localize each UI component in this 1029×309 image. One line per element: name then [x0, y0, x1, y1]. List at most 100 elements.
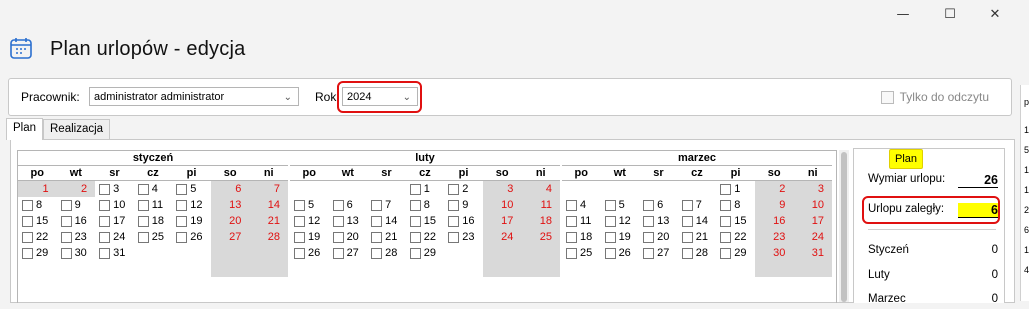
- day-cell[interactable]: 9: [754, 197, 794, 213]
- day-checkbox[interactable]: [60, 248, 72, 259]
- day-cell[interactable]: 15: [18, 213, 57, 229]
- day-checkbox[interactable]: [448, 200, 460, 211]
- day-cell[interactable]: 8: [406, 197, 445, 213]
- day-cell[interactable]: 11: [521, 197, 560, 213]
- day-cell[interactable]: 25: [562, 245, 601, 261]
- day-checkbox[interactable]: [137, 184, 149, 195]
- day-cell[interactable]: 15: [716, 213, 755, 229]
- day-checkbox[interactable]: [681, 216, 693, 227]
- day-checkbox[interactable]: [176, 216, 188, 227]
- day-checkbox[interactable]: [720, 216, 732, 227]
- day-checkbox[interactable]: [720, 232, 732, 243]
- day-cell[interactable]: 22: [406, 229, 445, 245]
- day-cell[interactable]: 30: [57, 245, 96, 261]
- day-checkbox[interactable]: [643, 248, 655, 259]
- day-checkbox[interactable]: [681, 232, 693, 243]
- day-cell[interactable]: 25: [134, 229, 173, 245]
- day-checkbox[interactable]: [409, 200, 421, 211]
- day-cell[interactable]: 2: [56, 181, 96, 197]
- minimize-button[interactable]: —: [880, 0, 926, 28]
- day-cell[interactable]: 14: [249, 197, 288, 213]
- day-checkbox[interactable]: [137, 216, 149, 227]
- day-checkbox[interactable]: [332, 248, 344, 259]
- day-cell[interactable]: 30: [754, 245, 794, 261]
- day-cell[interactable]: 1: [18, 181, 57, 197]
- day-cell[interactable]: 3: [482, 181, 522, 197]
- day-checkbox[interactable]: [409, 216, 421, 227]
- day-cell[interactable]: 28: [367, 245, 406, 261]
- day-checkbox[interactable]: [137, 200, 149, 211]
- day-cell[interactable]: 12: [601, 213, 640, 229]
- day-cell[interactable]: 29: [18, 245, 57, 261]
- day-checkbox[interactable]: [60, 216, 72, 227]
- day-checkbox[interactable]: [294, 232, 305, 243]
- day-cell[interactable]: 7: [678, 197, 717, 213]
- day-cell[interactable]: 27: [210, 229, 250, 245]
- day-cell[interactable]: 28: [678, 245, 717, 261]
- day-cell[interactable]: 18: [562, 229, 601, 245]
- day-cell[interactable]: 8: [18, 197, 57, 213]
- day-cell[interactable]: 31: [793, 245, 832, 261]
- day-checkbox[interactable]: [99, 184, 111, 195]
- day-checkbox[interactable]: [22, 216, 33, 227]
- day-checkbox[interactable]: [22, 232, 33, 243]
- day-cell[interactable]: 22: [716, 229, 755, 245]
- day-cell[interactable]: 13: [329, 213, 368, 229]
- day-cell[interactable]: 4: [134, 181, 173, 197]
- day-checkbox[interactable]: [371, 232, 383, 243]
- day-cell[interactable]: 14: [678, 213, 717, 229]
- day-cell[interactable]: 3: [793, 181, 832, 197]
- day-checkbox[interactable]: [176, 200, 188, 211]
- day-checkbox[interactable]: [604, 248, 616, 259]
- tab-realizacja[interactable]: Realizacja z lat ubiegłych: [43, 119, 111, 173]
- day-cell[interactable]: 24: [793, 229, 832, 245]
- day-cell[interactable]: 26: [290, 245, 329, 261]
- day-cell[interactable]: 12: [290, 213, 329, 229]
- day-checkbox[interactable]: [409, 232, 421, 243]
- day-cell[interactable]: 3: [95, 181, 134, 197]
- day-cell[interactable]: 6: [639, 197, 678, 213]
- day-cell[interactable]: 20: [210, 213, 250, 229]
- day-cell[interactable]: 15: [406, 213, 445, 229]
- day-cell[interactable]: 17: [95, 213, 134, 229]
- day-cell[interactable]: 9: [444, 197, 483, 213]
- day-cell[interactable]: 16: [57, 213, 96, 229]
- day-cell[interactable]: 7: [367, 197, 406, 213]
- day-cell[interactable]: 1: [716, 181, 755, 197]
- day-cell[interactable]: 4: [521, 181, 560, 197]
- day-checkbox[interactable]: [176, 184, 188, 195]
- day-checkbox[interactable]: [720, 200, 732, 211]
- day-cell[interactable]: 19: [601, 229, 640, 245]
- day-checkbox[interactable]: [643, 232, 655, 243]
- day-cell[interactable]: 8: [716, 197, 755, 213]
- day-cell[interactable]: 5: [172, 181, 211, 197]
- day-cell[interactable]: 26: [172, 229, 211, 245]
- day-cell[interactable]: 10: [482, 197, 522, 213]
- day-cell[interactable]: 29: [716, 245, 755, 261]
- day-checkbox[interactable]: [60, 232, 72, 243]
- day-checkbox[interactable]: [604, 216, 616, 227]
- day-checkbox[interactable]: [99, 200, 111, 211]
- day-cell[interactable]: 19: [172, 213, 211, 229]
- day-cell[interactable]: 21: [367, 229, 406, 245]
- day-checkbox[interactable]: [60, 200, 72, 211]
- day-checkbox[interactable]: [371, 216, 383, 227]
- day-cell[interactable]: 16: [754, 213, 794, 229]
- close-button[interactable]: ✕: [972, 0, 1018, 28]
- day-cell[interactable]: 2: [444, 181, 483, 197]
- day-checkbox[interactable]: [294, 248, 305, 259]
- day-checkbox[interactable]: [643, 200, 655, 211]
- day-cell[interactable]: 6: [329, 197, 368, 213]
- day-cell[interactable]: 13: [639, 213, 678, 229]
- day-cell[interactable]: 26: [601, 245, 640, 261]
- day-cell[interactable]: 12: [172, 197, 211, 213]
- day-cell[interactable]: 7: [249, 181, 288, 197]
- day-checkbox[interactable]: [566, 200, 577, 211]
- day-checkbox[interactable]: [332, 232, 344, 243]
- day-cell[interactable]: 9: [57, 197, 96, 213]
- day-checkbox[interactable]: [22, 200, 33, 211]
- day-checkbox[interactable]: [99, 248, 111, 259]
- tab-plan[interactable]: Plan: [6, 118, 44, 140]
- day-cell[interactable]: 20: [329, 229, 368, 245]
- day-checkbox[interactable]: [604, 232, 616, 243]
